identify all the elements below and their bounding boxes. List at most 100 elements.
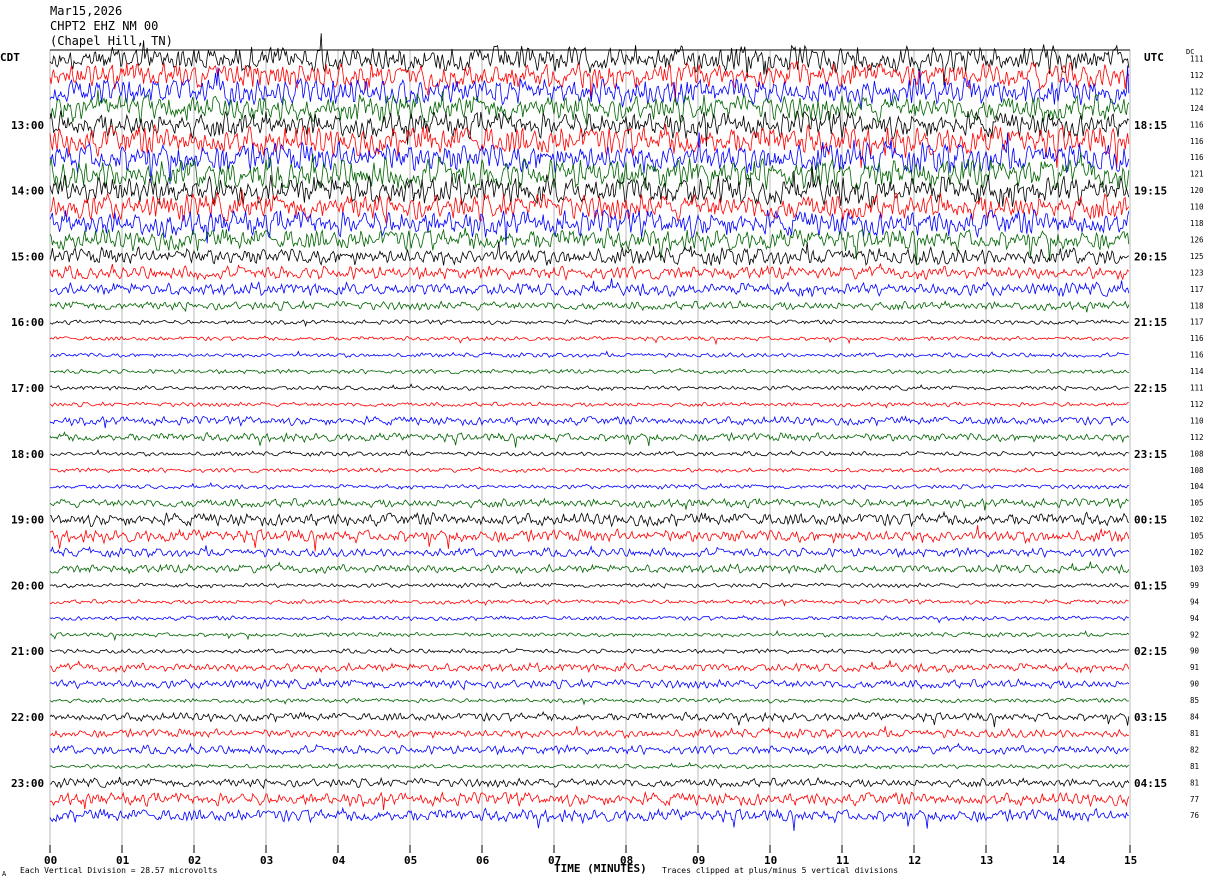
trace-30 (49, 525, 1130, 552)
dc-offset-label: 105 (1190, 499, 1204, 508)
dc-offset-label: 104 (1190, 482, 1204, 491)
trace-32 (49, 561, 1130, 575)
trace-23 (49, 415, 1130, 429)
seismic-traces (49, 33, 1130, 831)
dc-offset-label: 84 (1190, 713, 1200, 722)
trace-31 (49, 545, 1130, 559)
left-hour-label: 15:00 (11, 250, 44, 263)
trace-9 (49, 164, 1130, 209)
x-tick-label: 12 (908, 854, 921, 867)
dc-offset-label: 118 (1190, 301, 1204, 310)
dc-offset-label: 81 (1190, 778, 1199, 787)
left-hour-label: 16:00 (11, 316, 44, 329)
trace-40 (49, 697, 1129, 706)
trace-13 (49, 241, 1130, 267)
x-tick-label: 03 (260, 854, 273, 867)
trace-41 (49, 711, 1130, 728)
trace-46 (49, 790, 1130, 811)
trace-25 (50, 449, 1129, 457)
left-hour-label: 14:00 (11, 185, 44, 198)
trace-44 (49, 761, 1130, 770)
trace-39 (49, 678, 1130, 691)
location-label: (Chapel Hill, TN) (50, 34, 173, 48)
trace-19 (49, 350, 1129, 359)
x-tick-label: 15 (1124, 854, 1137, 867)
trace-47 (49, 806, 1129, 831)
dc-offset-label: 116 (1190, 334, 1204, 343)
trace-27 (49, 481, 1129, 491)
dc-offset-label: 94 (1190, 597, 1200, 606)
left-hour-label: 19:00 (11, 514, 44, 527)
right-hour-label: 20:15 (1134, 250, 1167, 263)
scale-note: Each Vertical Division = 28.57 microvolt… (20, 866, 218, 875)
dc-offset-label: 85 (1190, 696, 1199, 705)
dc-offset-label: 102 (1190, 548, 1204, 557)
dc-offset-label: 77 (1190, 795, 1199, 804)
dc-offset-label: 112 (1190, 71, 1204, 80)
x-axis-label: TIME (MINUTES) (554, 862, 647, 875)
trace-15 (49, 278, 1130, 298)
dc-offset-label: 117 (1190, 285, 1204, 294)
dc-offset-label: 90 (1190, 647, 1200, 656)
trace-18 (49, 335, 1129, 346)
right-hour-label: 04:15 (1134, 777, 1167, 790)
trace-37 (49, 647, 1129, 655)
corner-mark: A (2, 870, 7, 878)
trace-36 (49, 630, 1130, 642)
dc-offset-label: 76 (1190, 811, 1200, 820)
dc-offset-label: 103 (1190, 564, 1204, 573)
dc-header: DC (1186, 48, 1195, 56)
dc-offset-label: 116 (1190, 137, 1204, 146)
trace-17 (49, 319, 1129, 328)
right-hour-label: 18:15 (1134, 119, 1167, 132)
trace-21 (49, 383, 1130, 392)
left-hour-label: 20:00 (11, 579, 44, 592)
left-hour-label: 18:00 (11, 448, 44, 461)
trace-29 (49, 510, 1130, 528)
dc-offset-label: 116 (1190, 120, 1204, 129)
dc-offset-label: 81 (1190, 762, 1199, 771)
dc-offset-label: 123 (1190, 268, 1204, 277)
x-tick-label: 14 (1052, 854, 1066, 867)
dc-offset-label: 114 (1190, 367, 1204, 376)
trace-14 (49, 263, 1130, 282)
dc-offset-label: 126 (1190, 235, 1204, 244)
dc-offset-label: 82 (1190, 745, 1199, 754)
trace-38 (49, 660, 1130, 674)
dc-offset-label: 91 (1190, 663, 1199, 672)
trace-34 (49, 598, 1129, 607)
x-tick-label: 05 (404, 854, 417, 867)
right-hour-label: 02:15 (1134, 645, 1167, 658)
x-tick-label: 04 (332, 854, 346, 867)
helicorder-plot: 00 01 02 03 04 05 06 07 08 09 10 11 12 13 14 15 1111121… (11, 33, 1204, 867)
left-timezone-label: CDT (0, 51, 20, 64)
dc-offset-label: 81 (1190, 729, 1199, 738)
dc-offset-label: 120 (1190, 186, 1204, 195)
dc-offset-label: 105 (1190, 532, 1204, 541)
right-hour-label: 22:15 (1134, 382, 1167, 395)
trace-22 (49, 401, 1129, 409)
dc-offset-label: 102 (1190, 515, 1204, 524)
right-hour-label: 01:15 (1134, 579, 1167, 592)
dc-offset-label: 112 (1190, 433, 1204, 442)
right-hour-label: 21:15 (1134, 316, 1167, 329)
dc-offset-label: 116 (1190, 351, 1204, 360)
trace-3 (49, 65, 1130, 110)
x-tick-label: 06 (476, 854, 490, 867)
right-hour-label: 03:15 (1134, 711, 1167, 724)
dc-offset-label: 108 (1190, 466, 1204, 475)
dc-offset-label: 124 (1190, 104, 1204, 113)
date-label: Mar15,2026 (50, 4, 123, 18)
trace-28 (49, 497, 1129, 511)
trace-43 (49, 742, 1129, 756)
trace-11 (49, 208, 1130, 246)
dc-offset-label: 116 (1190, 153, 1204, 162)
dc-offset-label: 111 (1190, 384, 1204, 393)
dc-offset-label: 112 (1190, 400, 1204, 409)
trace-7 (49, 132, 1130, 185)
trace-35 (49, 615, 1129, 624)
dc-offset-label: 90 (1190, 680, 1200, 689)
left-hour-label: 23:00 (11, 777, 44, 790)
right-hour-label: 23:15 (1134, 448, 1167, 461)
dc-offset-label: 118 (1190, 219, 1204, 228)
